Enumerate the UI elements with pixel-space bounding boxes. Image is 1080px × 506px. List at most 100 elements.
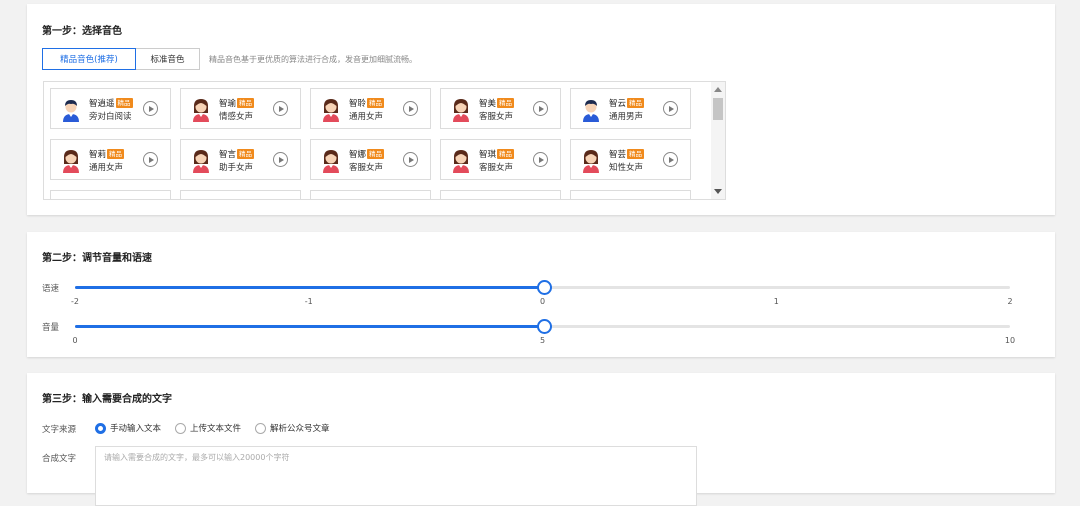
premium-badge: 精品 xyxy=(627,149,645,159)
voice-name: 智琪 精品 xyxy=(479,148,515,160)
voice-name-text: 智娜 xyxy=(349,150,367,160)
volume-slider[interactable] xyxy=(75,319,1010,334)
speed-slider[interactable] xyxy=(75,280,1010,295)
voice-name: 智云 精品 xyxy=(609,97,645,109)
play-icon[interactable] xyxy=(143,152,158,167)
voice-card-partial[interactable] xyxy=(180,190,301,199)
radio-unchecked-icon[interactable] xyxy=(255,422,267,434)
radio-manual-input[interactable]: 手动输入文本 xyxy=(95,422,161,434)
play-icon[interactable] xyxy=(663,152,678,167)
tab-premium-voices[interactable]: 精品音色(推荐) xyxy=(42,48,136,70)
step3-panel: 第三步：输入需要合成的文字 文字来源 手动输入文本 上传文本文件 解析公众号文章… xyxy=(27,373,1055,506)
voice-card[interactable]: 智云 精品通用男声 xyxy=(570,88,691,129)
voice-description: 客服女声 xyxy=(479,112,514,122)
voice-name-text: 智云 xyxy=(609,99,627,109)
voice-name-text: 智琪 xyxy=(479,150,497,160)
voice-card[interactable]: 智言 精品 助手女声 xyxy=(180,139,301,180)
voice-description: 通用女声 xyxy=(89,163,124,173)
slider-tick-label: 0 xyxy=(72,336,78,345)
slider-tick-label: -2 xyxy=(71,297,79,306)
tab-standard-voices[interactable]: 标准音色 xyxy=(136,48,200,70)
voice-card[interactable]: 智莉 精品 通用女声 xyxy=(50,139,171,180)
premium-badge: 精品 xyxy=(367,98,385,108)
premium-badge: 精品 xyxy=(367,149,385,159)
radio-label: 解析公众号文章 xyxy=(270,424,330,434)
synthesis-text-label: 合成文字 xyxy=(42,454,77,464)
text-source-options: 手动输入文本 上传文本文件 解析公众号文章 xyxy=(95,422,344,434)
voice-card[interactable]: 智娜 精品客服女声 xyxy=(310,139,431,180)
premium-badge: 精品 xyxy=(627,98,645,108)
voice-name-text: 智莉 xyxy=(89,150,107,160)
voice-name: 智娜 精品 xyxy=(349,148,385,160)
voice-name: 智芸 精品 xyxy=(609,148,645,160)
female-avatar-icon xyxy=(193,150,209,173)
play-icon[interactable] xyxy=(403,152,418,167)
voice-list-scrollbar[interactable] xyxy=(711,82,725,199)
voice-name-text: 智言 xyxy=(219,150,237,160)
male-avatar-icon xyxy=(63,100,79,122)
play-icon[interactable] xyxy=(403,101,418,116)
radio-checked-icon[interactable] xyxy=(95,422,106,434)
female-avatar-icon xyxy=(583,150,599,173)
volume-label: 音量 xyxy=(42,323,60,333)
voice-name: 智莉 精品 xyxy=(89,148,125,160)
voice-card[interactable]: 智瑜 精品情感女声 xyxy=(180,88,301,129)
speed-slider-fill xyxy=(75,286,543,289)
slider-tick-label: 10 xyxy=(1004,336,1016,345)
voice-card[interactable]: 智美 精品 客服女声 xyxy=(440,88,561,129)
radio-unchecked-icon[interactable] xyxy=(175,422,187,434)
voice-description: 通用男声 xyxy=(609,112,644,122)
play-icon[interactable] xyxy=(273,101,288,116)
tab-description: 精品音色基于更优质的算法进行合成，发音更加细腻流畅。 xyxy=(209,54,417,64)
step1-panel: 第一步：选择音色 精品音色(推荐) 标准音色 精品音色基于更优质的算法进行合成，… xyxy=(27,4,1055,215)
synthesis-text-input[interactable] xyxy=(95,446,697,506)
voice-name-text: 智瑜 xyxy=(219,99,237,109)
voice-name-text: 智芸 xyxy=(609,150,627,160)
scroll-up-icon[interactable] xyxy=(714,87,722,92)
voice-description: 旁对白阅读 xyxy=(89,112,132,122)
step3-title: 第三步：输入需要合成的文字 xyxy=(42,394,172,405)
voice-name-text: 智美 xyxy=(479,99,497,109)
scroll-down-icon[interactable] xyxy=(714,189,722,194)
voice-description: 知性女声 xyxy=(609,163,644,173)
voice-description: 客服女声 xyxy=(349,163,384,173)
premium-badge: 精品 xyxy=(115,98,133,108)
voice-description: 情感女声 xyxy=(219,112,254,122)
female-avatar-icon xyxy=(63,150,79,173)
slider-tick-label: 0 xyxy=(539,297,546,306)
slider-tick-label: 2 xyxy=(1007,297,1013,306)
play-icon[interactable] xyxy=(663,101,678,116)
play-icon[interactable] xyxy=(533,152,548,167)
voice-card[interactable]: 智芸 精品知性女声 xyxy=(570,139,691,180)
step1-title: 第一步：选择音色 xyxy=(42,26,122,37)
radio-upload-file[interactable]: 上传文本文件 xyxy=(175,422,241,434)
female-avatar-icon xyxy=(323,99,339,122)
play-icon[interactable] xyxy=(533,101,548,116)
play-icon[interactable] xyxy=(143,101,158,116)
premium-badge: 精品 xyxy=(237,149,255,159)
voice-description: 通用女声 xyxy=(349,112,384,122)
voice-card-partial[interactable] xyxy=(570,190,691,199)
slider-tick-label: 1 xyxy=(773,297,779,306)
step2-panel: 第二步：调节音量和语速 语速 -2 -1 0 1 2 音量 0 5 10 xyxy=(27,232,1055,357)
voice-card-partial[interactable] xyxy=(310,190,431,199)
female-avatar-icon xyxy=(323,150,339,173)
voice-name: 智聆 精品 xyxy=(349,97,385,109)
volume-slider-handle[interactable] xyxy=(536,319,552,334)
radio-parse-article[interactable]: 解析公众号文章 xyxy=(255,422,330,434)
premium-badge: 精品 xyxy=(497,149,515,159)
voice-name: 智逍遥 精品 xyxy=(89,97,133,109)
voice-card[interactable]: 智琪 精品 客服女声 xyxy=(440,139,561,180)
voice-card-partial[interactable] xyxy=(440,190,561,199)
speed-ticks: -2 -1 0 1 2 xyxy=(71,297,1013,309)
scrollbar-thumb[interactable] xyxy=(713,98,723,120)
voice-card-partial[interactable] xyxy=(50,190,171,199)
play-icon[interactable] xyxy=(273,152,288,167)
voice-name-text: 智聆 xyxy=(349,99,367,109)
premium-badge: 精品 xyxy=(237,98,255,108)
voice-card[interactable]: 智逍遥 精品旁对白阅读 xyxy=(50,88,171,129)
voice-name: 智言 精品 xyxy=(219,148,255,160)
speed-slider-handle[interactable] xyxy=(536,280,552,295)
voice-card[interactable]: 智聆 精品通用女声 xyxy=(310,88,431,129)
male-avatar-icon xyxy=(583,100,599,122)
